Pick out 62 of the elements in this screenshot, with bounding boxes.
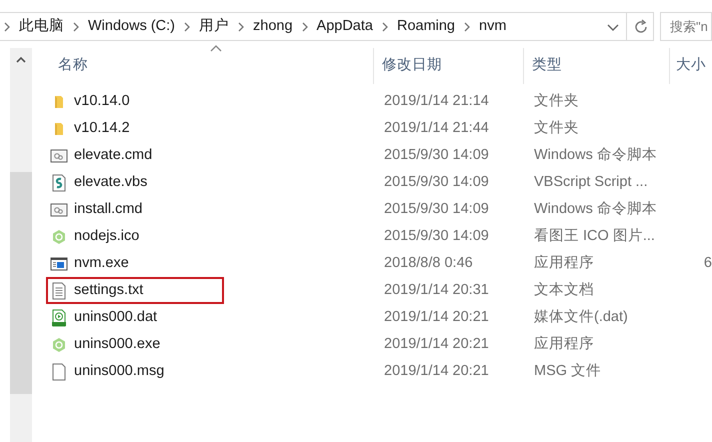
file-type: Windows 命令脚本 bbox=[534, 200, 657, 217]
media-file-icon bbox=[50, 308, 68, 326]
sort-caret bbox=[210, 44, 222, 52]
gear-window-icon bbox=[50, 202, 68, 218]
file-name[interactable]: unins000.exe bbox=[74, 334, 160, 356]
hexagon-icon bbox=[50, 336, 68, 352]
date-modified: 2018/8/8 0:46 bbox=[384, 254, 473, 271]
file-name[interactable]: install.cmd bbox=[74, 198, 142, 220]
date-modified: 2015/9/30 14:09 bbox=[384, 200, 489, 217]
file-name[interactable]: settings.txt bbox=[74, 280, 144, 302]
file-type: 媒体文件(.dat) bbox=[534, 308, 628, 325]
breadcrumb-item[interactable]: nvm bbox=[474, 16, 512, 38]
file-type: MSG 文件 bbox=[534, 362, 602, 379]
scroll-up-icon[interactable] bbox=[16, 56, 26, 64]
breadcrumb-item[interactable]: AppData bbox=[312, 16, 378, 38]
file-type: Windows 命令脚本 bbox=[534, 146, 657, 163]
script-icon bbox=[50, 174, 68, 192]
column-header[interactable]: 名称 bbox=[32, 48, 374, 84]
file-size: 6 bbox=[704, 254, 712, 271]
file-name[interactable]: unins000.dat bbox=[74, 306, 158, 328]
date-modified: 2015/9/30 14:09 bbox=[384, 228, 489, 244]
file-type: 看图王 ICO 图片... bbox=[534, 228, 655, 244]
scrollbar[interactable] bbox=[10, 48, 32, 442]
file-name[interactable]: elevate.cmd bbox=[74, 144, 152, 166]
file-name[interactable]: nvm.exe bbox=[74, 252, 129, 274]
file-type: 文件夹 bbox=[534, 92, 579, 109]
file-name[interactable]: elevate.vbs bbox=[74, 172, 148, 194]
window-icon bbox=[50, 256, 68, 272]
dropdown-icon[interactable] bbox=[606, 22, 620, 32]
file-name[interactable]: nodejs.ico bbox=[74, 226, 140, 248]
file-name[interactable]: v10.14.0 bbox=[74, 90, 130, 112]
file-type: 应用程序 bbox=[534, 254, 594, 271]
file-type: 文本文档 bbox=[534, 282, 594, 298]
file-type: 应用程序 bbox=[534, 336, 594, 352]
date-modified: 2015/9/30 14:09 bbox=[384, 146, 489, 163]
search-field[interactable]: 搜索"n bbox=[660, 12, 712, 41]
file-type: 文件夹 bbox=[534, 120, 579, 136]
date-modified: 2019/1/14 20:21 bbox=[384, 308, 489, 325]
date-modified: 2019/1/14 20:31 bbox=[384, 282, 489, 298]
breadcrumb-item[interactable]: 用户 bbox=[194, 16, 234, 38]
date-modified: 2019/1/14 21:44 bbox=[384, 120, 489, 136]
breadcrumb-item[interactable]: 此电脑 bbox=[14, 16, 69, 38]
address-bar[interactable]: 此电脑 Windows (C:) 用户 zhong AppData Roaming nvm bbox=[0, 12, 654, 41]
column-header[interactable]: 类型 bbox=[524, 48, 670, 84]
breadcrumb-item[interactable]: Windows (C:) bbox=[83, 16, 180, 38]
refresh-icon[interactable] bbox=[633, 18, 649, 34]
file-name[interactable]: unins000.msg bbox=[74, 360, 164, 382]
column-header[interactable]: 大小 bbox=[670, 48, 708, 84]
breadcrumb-item[interactable]: zhong bbox=[248, 16, 298, 38]
blank-document-icon bbox=[50, 362, 68, 380]
text-document-icon bbox=[50, 282, 68, 300]
file-type: VBScript Script ... bbox=[534, 174, 648, 190]
breadcrumb-item[interactable]: Roaming bbox=[392, 16, 460, 38]
hexagon-icon bbox=[50, 228, 68, 244]
date-modified: 2019/1/14 20:21 bbox=[384, 336, 489, 352]
gear-window-icon bbox=[50, 148, 68, 164]
date-modified: 2019/1/14 21:14 bbox=[384, 92, 489, 109]
file-name[interactable]: v10.14.2 bbox=[74, 118, 130, 140]
date-modified: 2015/9/30 14:09 bbox=[384, 174, 489, 190]
column-header[interactable]: 修改日期 bbox=[374, 48, 524, 84]
date-modified: 2019/1/14 20:21 bbox=[384, 362, 489, 379]
scrollbar-thumb[interactable] bbox=[10, 172, 32, 394]
